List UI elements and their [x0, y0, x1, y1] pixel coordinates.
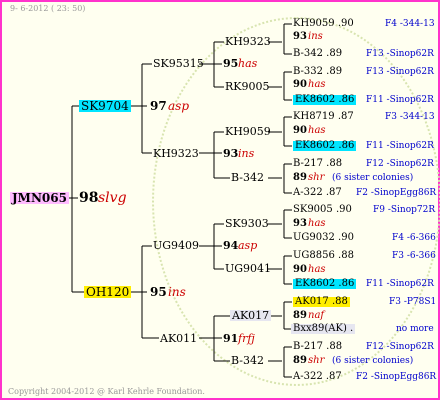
gen4-queen-id[interactable]: A-322 .87: [293, 372, 342, 382]
gen4-queen-id[interactable]: EK8602 .86: [293, 95, 357, 105]
gen4-source: no more: [396, 324, 434, 334]
gen4-year: 90: [293, 264, 307, 275]
gen4-source: F2 -SinopEgg86R: [356, 188, 437, 198]
pedigree-frame: 9- 6-2012 ( 23: 50) JMN065 98 slvg SK970…: [0, 0, 440, 400]
gen1-queen-id[interactable]: SK9704: [79, 100, 131, 112]
gen4-queen-id[interactable]: AK017 .88: [293, 297, 350, 307]
gen4-queen-id[interactable]: B-332 .89: [293, 67, 342, 77]
gen4-queen-id[interactable]: B-217 .88: [293, 342, 342, 352]
gen4-year: 90: [293, 79, 307, 90]
gen4-race: has: [308, 264, 326, 275]
gen4-source: F11 -Sinop62R: [366, 279, 434, 289]
gen4-queen-id[interactable]: Bxx89(AK) .: [291, 324, 356, 334]
gen4-queen-id[interactable]: KH8719 .87: [293, 112, 354, 122]
gen4-source: F3 -6-366: [392, 251, 436, 261]
gen2-queen-race: ins: [238, 147, 255, 160]
gen2-queen-id[interactable]: AK011: [160, 333, 197, 344]
root-queen-year: 98: [79, 190, 99, 206]
gen4-source: F3 -344-13: [385, 112, 435, 122]
gen4-race: shr: [308, 355, 325, 366]
gen4-year: 89: [293, 172, 307, 183]
gen4-queen-id[interactable]: UG9032 .90: [293, 233, 354, 243]
gen4-queen-id[interactable]: A-322 .87: [293, 188, 342, 198]
gen1-queen-year: 95: [150, 285, 167, 299]
gen2-queen-race: frfj: [238, 332, 255, 345]
gen4-year: 90: [293, 125, 307, 136]
gen4-year: 93: [293, 31, 307, 42]
gen4-queen-id[interactable]: B-217 .88: [293, 159, 342, 169]
gen4-source: F4 -6-366: [392, 233, 436, 243]
print-date: 9- 6-2012 ( 23: 50): [10, 4, 86, 13]
gen4-race: has: [308, 218, 326, 229]
gen4-source: F12 -Sinop62R: [366, 342, 434, 352]
gen4-note: (6 sister colonies): [332, 173, 414, 183]
gen4-source: F9 -Sinop72R: [373, 205, 436, 215]
gen2-queen-id[interactable]: UG9409: [153, 240, 199, 251]
gen3-queen-id[interactable]: B-342: [231, 355, 264, 366]
gen4-queen-id[interactable]: EK8602 .86: [293, 279, 357, 289]
gen4-note: (6 sister colonies): [332, 356, 414, 366]
gen4-year: 89: [293, 355, 307, 366]
gen4-year: 93: [293, 218, 307, 229]
root-queen-id[interactable]: JMN065: [10, 192, 69, 204]
gen1-queen-race: ins: [168, 285, 186, 299]
gen2-queen-race: asp: [238, 239, 258, 252]
gen3-queen-id[interactable]: B-342: [231, 172, 264, 183]
copyright-notice: Copyright 2004-2012 @ Karl Kehrle Founda…: [8, 387, 205, 396]
gen2-queen-year: 91: [223, 332, 239, 345]
gen3-queen-id[interactable]: SK9303: [225, 218, 269, 229]
gen3-queen-id[interactable]: KH9059: [225, 126, 271, 137]
gen4-source: F12 -Sinop62R: [366, 159, 434, 169]
gen4-queen-id[interactable]: UG8856 .88: [293, 251, 354, 261]
gen4-race: shr: [308, 172, 325, 183]
root-queen-race: slvg: [98, 190, 127, 206]
gen2-queen-year: 93: [223, 147, 239, 160]
gen4-source: F11 -Sinop62R: [366, 141, 434, 151]
gen4-source: F11 -Sinop62R: [366, 95, 434, 105]
gen3-queen-id[interactable]: UG9041: [225, 263, 271, 274]
gen2-queen-race: has: [238, 57, 258, 70]
gen1-queen-race: asp: [168, 99, 189, 113]
gen4-race: has: [308, 79, 326, 90]
gen4-queen-id[interactable]: EK8602 .86: [293, 141, 357, 151]
gen4-source: F13 -Sinop62R: [366, 67, 434, 77]
gen4-source: F4 -344-13: [385, 19, 435, 29]
gen2-queen-year: 95: [223, 57, 239, 70]
gen4-year: 89: [293, 310, 307, 321]
gen4-source: F13 -Sinop62R: [366, 49, 434, 59]
gen3-queen-id[interactable]: AK017: [230, 310, 272, 321]
gen4-race: naf: [308, 310, 325, 321]
gen4-race: has: [308, 125, 326, 136]
gen2-queen-id[interactable]: SK95315: [153, 58, 204, 69]
gen3-queen-id[interactable]: RK9005: [225, 81, 270, 92]
gen4-source: F3 -P78S1: [389, 297, 437, 307]
gen4-queen-id[interactable]: KH9059 .90: [293, 19, 354, 29]
gen4-queen-id[interactable]: B-342 .89: [293, 49, 342, 59]
gen3-queen-id[interactable]: KH9323: [225, 36, 271, 47]
gen1-queen-year: 97: [150, 99, 167, 113]
gen1-queen-id[interactable]: OH120: [84, 286, 132, 298]
gen2-queen-year: 94: [223, 239, 239, 252]
gen4-source: F2 -SinopEgg86R: [356, 372, 437, 382]
gen2-queen-id[interactable]: KH9323: [153, 148, 199, 159]
gen4-race: ins: [308, 31, 323, 42]
gen4-queen-id[interactable]: SK9005 .90: [293, 205, 352, 215]
